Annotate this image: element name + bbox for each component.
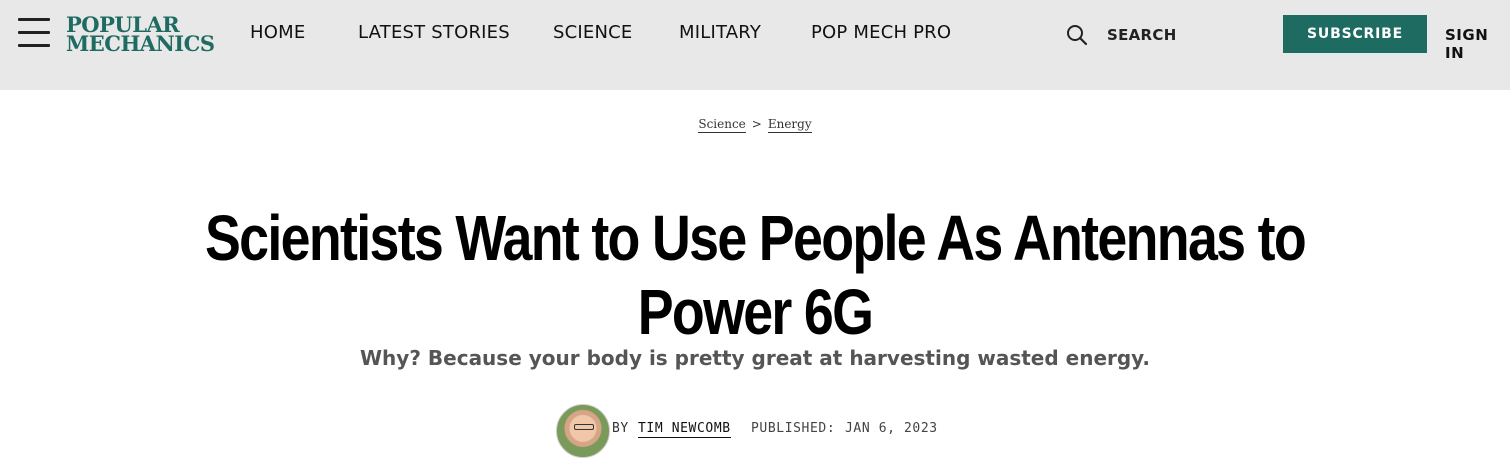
author-avatar[interactable] xyxy=(556,404,610,458)
nav-military[interactable]: MILITARY xyxy=(679,22,761,43)
author-link[interactable]: TIM NEWCOMB xyxy=(638,421,731,438)
nav-home[interactable]: HOME xyxy=(250,22,305,43)
site-logo[interactable]: POPULAR MECHANICS xyxy=(66,14,215,56)
breadcrumb: Science > Energy xyxy=(0,117,1510,133)
breadcrumb-science[interactable]: Science xyxy=(698,117,746,133)
nav-pop-mech-pro[interactable]: POP MECH PRO xyxy=(811,22,951,43)
article-title: Scientists Want to Use People As Antenna… xyxy=(204,201,1307,348)
byline-prefix: BY xyxy=(612,421,629,436)
search-label[interactable]: SEARCH xyxy=(1107,26,1177,44)
breadcrumb-energy[interactable]: Energy xyxy=(767,117,812,133)
sign-in-link[interactable]: SIGN IN xyxy=(1445,26,1510,62)
nav-science[interactable]: SCIENCE xyxy=(553,22,632,43)
breadcrumb-separator: > xyxy=(751,117,762,131)
nav-latest-stories[interactable]: LATEST STORIES xyxy=(358,22,510,43)
article-dek: Why? Because your body is pretty great a… xyxy=(360,346,1150,370)
logo-line-2: MECHANICS xyxy=(66,31,215,56)
menu-icon[interactable] xyxy=(18,18,50,48)
published-label: PUBLISHED: xyxy=(751,421,836,436)
subscribe-button[interactable]: SUBSCRIBE xyxy=(1283,15,1427,53)
published-date: JAN 6, 2023 xyxy=(845,421,938,436)
site-header: POPULAR MECHANICS HOME LATEST STORIES SC… xyxy=(0,0,1510,90)
search-icon[interactable] xyxy=(1066,24,1088,46)
